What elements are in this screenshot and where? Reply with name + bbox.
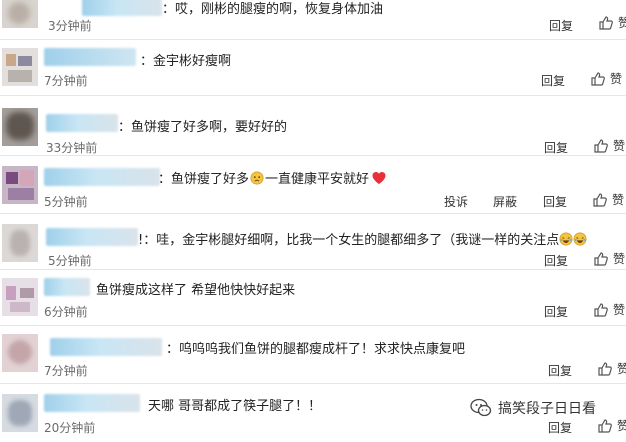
thumbs-up-icon [599,15,613,30]
commenter-name[interactable] [44,278,90,296]
avatar[interactable] [2,0,38,28]
commenter-name[interactable] [46,228,138,246]
comment-item: ：呜呜呜我们鱼饼的腿都瘦成杆了！求求快点康复吧 7分钟前 回复 赞 [0,326,626,384]
reply-button[interactable]: 回复 [548,419,572,436]
comment-time: 5分钟前 [48,254,92,268]
like-label: 赞 [617,362,626,376]
thumbs-up-icon [591,71,605,86]
comment-text: ：鱼饼瘦了好多 一直健康平安就好 [158,168,388,187]
like-label: 赞 [610,72,623,86]
thumbs-up-icon [598,418,612,433]
avatar[interactable] [2,48,38,86]
like-button[interactable]: 赞 [592,191,624,208]
avatar[interactable] [2,166,38,204]
comment-time: 3分钟前 [48,19,92,33]
comment-text: ：金宇彬好瘦啊 [140,54,232,69]
like-label: 赞 [617,419,626,433]
commenter-name[interactable] [44,168,160,186]
comment-item: 鱼饼瘦成这样了 希望他快快好起来 6分钟前 回复 赞 [0,270,626,326]
like-button[interactable]: 赞 [597,417,626,434]
commenter-name[interactable] [44,48,136,66]
avatar[interactable] [2,108,38,146]
like-button[interactable]: 赞 [593,301,625,318]
comment-time: 5分钟前 [44,195,88,209]
like-button[interactable]: 赞 [597,360,626,377]
comment-item: ：鱼饼瘦了好多啊，要好好的 33分钟前 回复 赞 [0,96,626,156]
comment-item: ：鱼饼瘦了好多 一直健康平安就好 5分钟前 投诉 屏蔽 回复 赞 [0,156,626,214]
avatar[interactable] [2,334,38,372]
comment-item: ：哎，刚彬的腿瘦的啊，恢复身体加油 3分钟前 回复 赞 [0,0,626,40]
reply-button[interactable]: 回复 [544,252,568,269]
like-button[interactable]: 赞 [590,70,622,87]
comment-text: !：哇，金宇彬腿好细啊，比我一个女生的腿都细多了（我谜一样的关注点 [138,229,587,248]
comment-item: !：哇，金宇彬腿好细啊，比我一个女生的腿都细多了（我谜一样的关注点 5分钟前 回… [0,214,626,270]
report-button[interactable]: 投诉 [444,193,468,210]
reply-button[interactable]: 回复 [544,303,568,320]
commenter-name[interactable] [82,0,162,16]
reply-button[interactable]: 回复 [541,72,565,89]
comment-time: 20分钟前 [44,421,96,435]
avatar[interactable] [2,278,38,316]
red-heart-icon [372,171,386,184]
tears-of-joy-emoji-icon [559,232,573,245]
watermark-text: 搞笑段子日日看 [498,401,596,417]
comment-text-part: 一直健康平安就好 [265,172,370,187]
avatar[interactable] [2,224,38,262]
comment-text: ：哎，刚彬的腿瘦的啊，恢复身体加油 [162,2,384,17]
comment-time: 6分钟前 [44,305,88,319]
thumbs-up-icon [594,138,608,153]
like-label: 赞 [613,139,626,153]
thumbs-up-icon [594,302,608,317]
like-label: 赞 [613,303,626,317]
comment-time: 7分钟前 [44,74,88,88]
thumbs-up-icon [594,251,608,266]
reply-button[interactable]: 回复 [549,17,573,34]
like-button[interactable]: 赞 [598,14,626,31]
thumbs-up-icon [598,361,612,376]
reply-button[interactable]: 回复 [543,193,567,210]
commenter-name[interactable] [46,114,118,132]
block-button[interactable]: 屏蔽 [493,193,517,210]
tears-of-joy-emoji-icon [573,232,587,245]
like-label: 赞 [613,252,626,266]
avatar[interactable] [2,394,38,432]
worried-face-emoji-icon [250,171,264,184]
reply-button[interactable]: 回复 [544,139,568,156]
thumbs-up-icon [593,192,607,207]
comment-time: 33分钟前 [46,141,98,155]
like-label: 赞 [618,16,626,30]
wechat-logo-icon [470,398,492,417]
watermark: 搞笑段子日日看 [470,398,596,418]
commenter-name[interactable] [50,338,162,356]
commenter-name[interactable] [44,394,140,412]
like-button[interactable]: 赞 [593,250,625,267]
comment-text-part: !：哇，金宇彬腿好细啊，比我一个女生的腿都细多了（我谜一样的关注点 [138,233,560,248]
reply-button[interactable]: 回复 [548,362,572,379]
comment-text: ：鱼饼瘦了好多啊，要好好的 [118,120,288,135]
comment-time: 7分钟前 [44,364,88,378]
comment-text-part: ：鱼饼瘦了好多 [158,172,250,187]
comment-item: ：金宇彬好瘦啊 7分钟前 回复 赞 [0,40,626,96]
comment-text: 天哪 哥哥都成了筷子腿了！！ [148,399,322,414]
like-button[interactable]: 赞 [593,137,625,154]
like-label: 赞 [612,193,625,207]
comment-text: ：呜呜呜我们鱼饼的腿都瘦成杆了！求求快点康复吧 [166,342,466,357]
comment-text: 鱼饼瘦成这样了 希望他快快好起来 [96,283,296,298]
